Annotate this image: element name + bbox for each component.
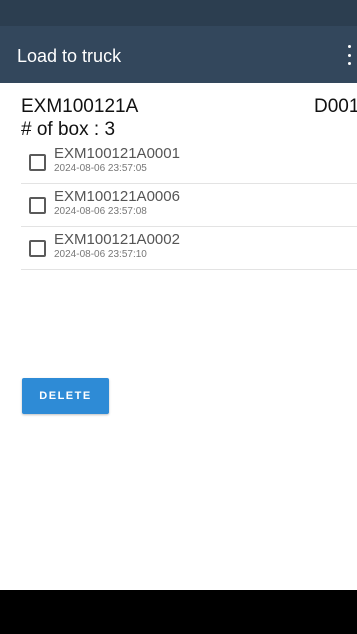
status-bar [0,0,357,26]
navigation-bar [0,590,357,634]
box-timestamp: 2024-08-06 23:57:08 [54,206,147,217]
list-item[interactable]: EXM100121A0002 2024-08-06 23:57:10 [21,227,357,270]
app-bar: Load to truck [0,26,357,83]
box-checkbox[interactable] [29,154,46,171]
box-checkbox[interactable] [29,240,46,257]
box-code: EXM100121A0006 [54,188,180,205]
box-timestamp: 2024-08-06 23:57:05 [54,163,147,174]
order-code: D001 [314,96,357,117]
box-code: EXM100121A0002 [54,231,180,248]
box-checkbox[interactable] [29,197,46,214]
delete-button[interactable]: DELETE [22,378,109,414]
box-list: EXM100121A0001 2024-08-06 23:57:05 EXM10… [21,141,357,270]
list-item[interactable]: EXM100121A0006 2024-08-06 23:57:08 [21,184,357,227]
page-title: Load to truck [17,46,122,66]
order-id: EXM100121A [21,96,139,117]
box-count: # of box : 3 [21,119,116,140]
box-timestamp: 2024-08-06 23:57:10 [54,249,147,260]
box-code: EXM100121A0001 [54,145,180,162]
list-item[interactable]: EXM100121A0001 2024-08-06 23:57:05 [21,141,357,184]
more-vertical-icon[interactable] [346,45,352,65]
